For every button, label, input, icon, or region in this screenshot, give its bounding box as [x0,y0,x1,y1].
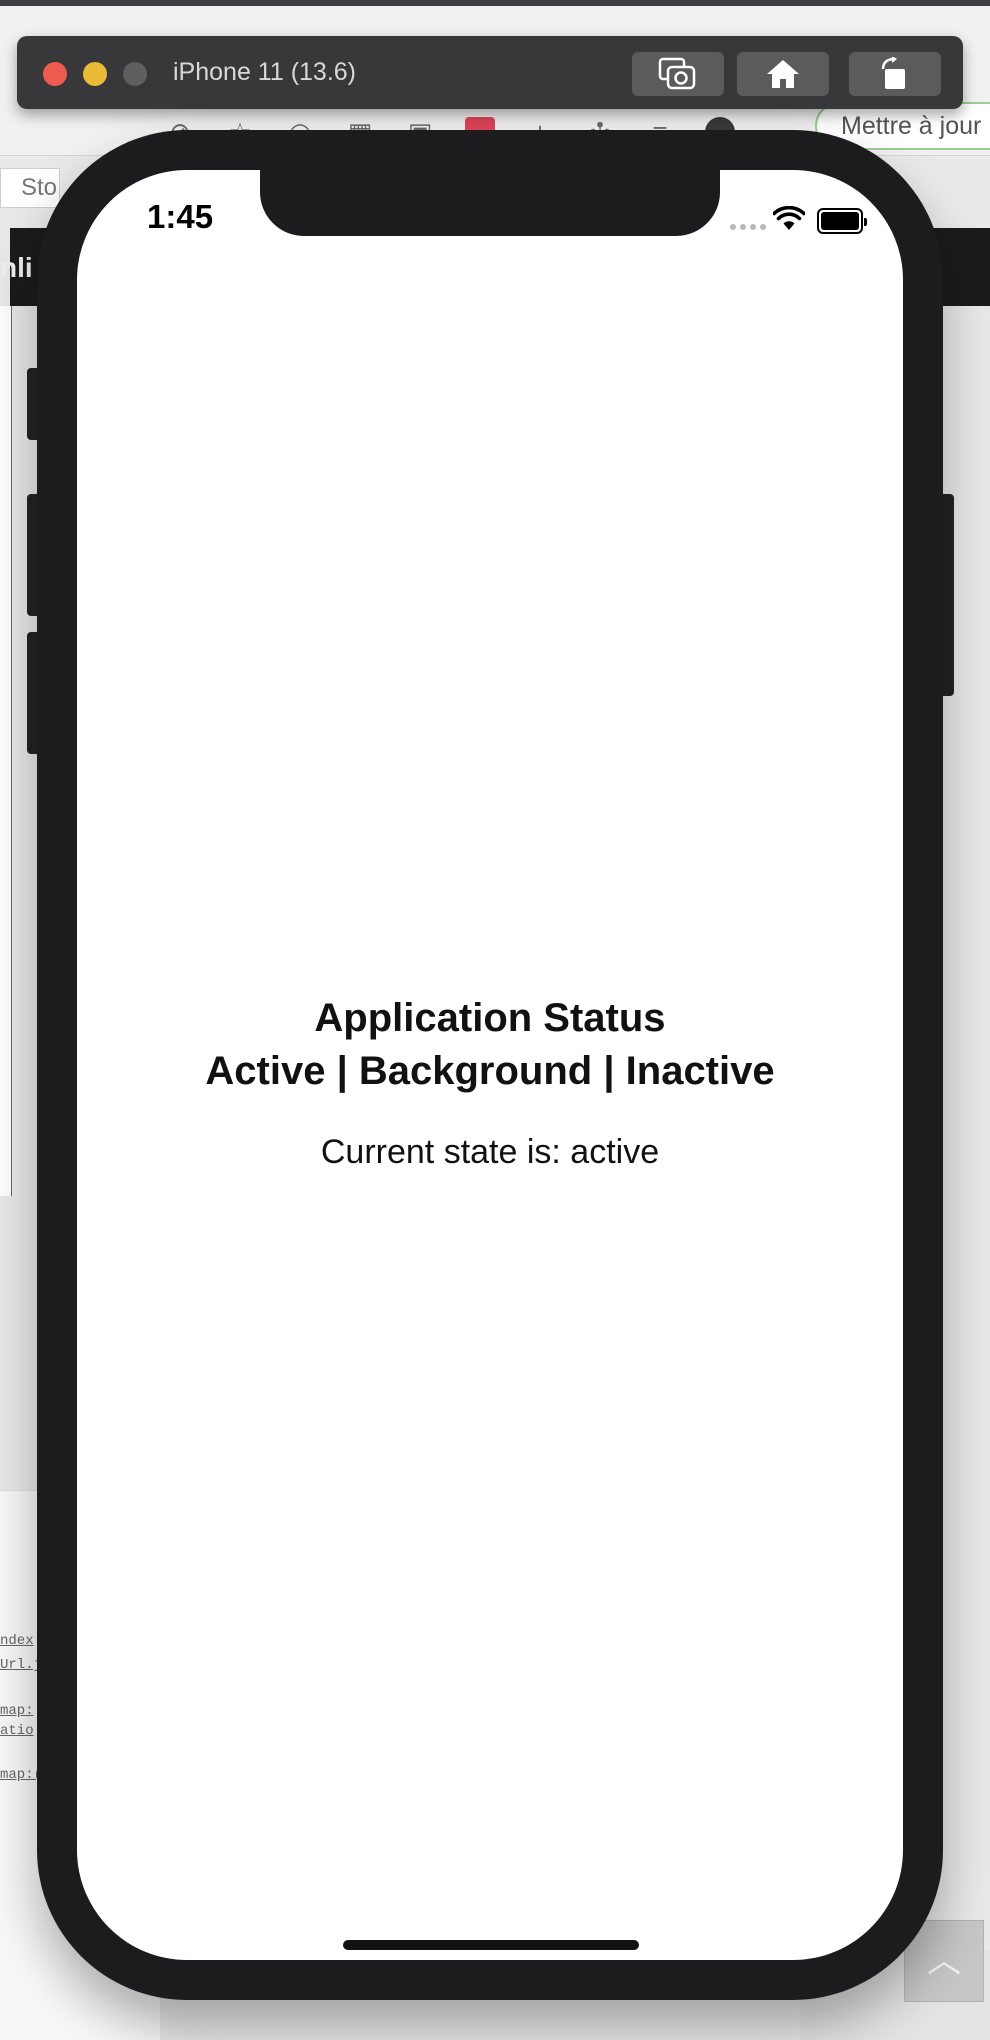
simulator-title: iPhone 11 (13.6) [173,58,356,86]
rotate-icon [881,57,905,89]
app-content: Application Status Active | Background |… [77,992,903,1172]
console-link[interactable]: Url.j [0,1657,42,1673]
console-link[interactable]: map: [0,1703,34,1719]
window-close-button[interactable] [43,62,67,86]
battery-icon [817,208,867,234]
chevron-up-icon: ︿ [927,1942,961,1980]
status-time: 1:45 [147,198,214,235]
console-text: atio [0,1723,34,1739]
rotate-button[interactable] [849,52,941,96]
home-indicator[interactable] [343,1940,639,1950]
page-title: Application Status [314,996,666,1040]
camera-icon [658,57,696,90]
signal-icon [730,224,766,230]
background-dark-bar-text: nli [0,252,33,283]
background-tab[interactable]: Sto [0,168,60,208]
home-button[interactable] [737,52,829,96]
window-zoom-button[interactable] [123,62,147,86]
app-states-list: Active | Background | Inactive [205,1049,775,1093]
home-icon [767,60,799,88]
device-notch [260,170,720,236]
current-state-text: Current state is: active [320,1133,660,1171]
wifi-icon [773,206,805,230]
simulator-title-bar: iPhone 11 (13.6) [17,36,963,109]
window-minimize-button[interactable] [83,62,107,86]
console-link[interactable]: ndex [0,1633,34,1649]
console-link[interactable]: map:( [0,1767,42,1783]
phone-screen: 1:45 Application Status Active | Backgro… [77,170,903,1960]
screenshot-button[interactable] [632,52,724,96]
background-left-panel [0,306,12,1196]
